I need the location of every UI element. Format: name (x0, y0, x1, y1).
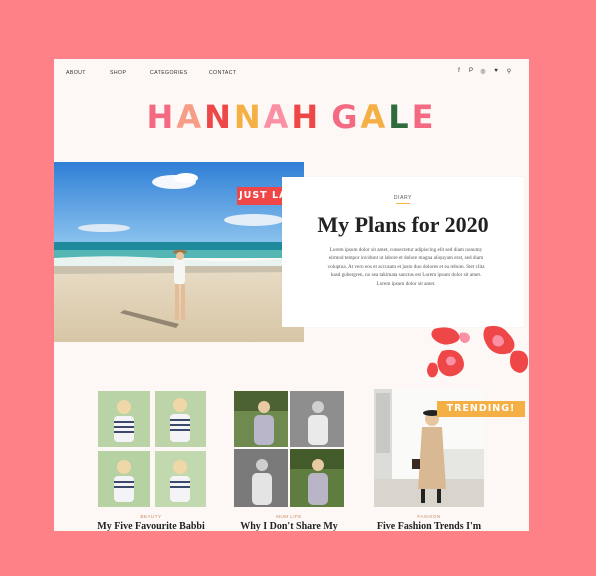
logo-letter: A (176, 98, 205, 136)
nav-about[interactable]: ABOUT (66, 70, 86, 76)
logo-letter: A (360, 98, 389, 136)
post-thumbnail[interactable] (96, 389, 206, 507)
leopard-print-decoration (427, 325, 529, 378)
facebook-icon[interactable]: f (455, 68, 463, 74)
nav-shop[interactable]: SHOP (110, 70, 126, 76)
instagram-icon[interactable]: ◎ (479, 68, 487, 75)
post-category[interactable]: FASHION (374, 514, 484, 519)
logo-letter: N (233, 98, 264, 136)
blog-page: ABOUT SHOP CATEGORIES CONTACT f P ◎ ♥ ⚲ … (54, 59, 529, 531)
logo-letter: G (331, 98, 361, 136)
heart-icon[interactable]: ♥ (492, 68, 500, 74)
logo-letter: H (146, 98, 177, 136)
post-thumbnail[interactable] (234, 389, 344, 507)
site-logo[interactable]: HANNAH GALE (54, 99, 529, 135)
post-title[interactable]: Why I Don't Share My (224, 521, 354, 531)
nav-categories[interactable]: CATEGORIES (150, 70, 188, 76)
post-category[interactable]: MUM LIFE (234, 514, 344, 519)
trending-badge: TRENDING! (437, 401, 525, 417)
post-title[interactable]: My Plans for 2020 (282, 211, 524, 239)
post-title[interactable]: My Five Favourite Babbi (86, 521, 216, 531)
pinterest-icon[interactable]: P (467, 68, 475, 74)
logo-letter: N (204, 98, 234, 136)
logo-letter: H (291, 98, 322, 136)
post-category[interactable]: DIARY (282, 195, 524, 201)
search-icon[interactable]: ⚲ (505, 68, 513, 75)
post-excerpt: Lorem ipsum dolor sit amet, consectetur … (327, 247, 485, 287)
category-underline (396, 203, 410, 204)
post-title[interactable]: Five Fashion Trends I'm (364, 521, 494, 531)
nav-contact[interactable]: CONTACT (209, 70, 237, 76)
logo-letter: A (263, 98, 292, 136)
featured-post-card[interactable]: DIARY My Plans for 2020 Lorem ipsum dolo… (282, 177, 524, 327)
post-category[interactable]: BEAUTY (96, 514, 206, 519)
social-icons: f P ◎ ♥ ⚲ (455, 68, 521, 78)
logo-letter: E (411, 98, 437, 136)
logo-letter: L (388, 98, 412, 136)
